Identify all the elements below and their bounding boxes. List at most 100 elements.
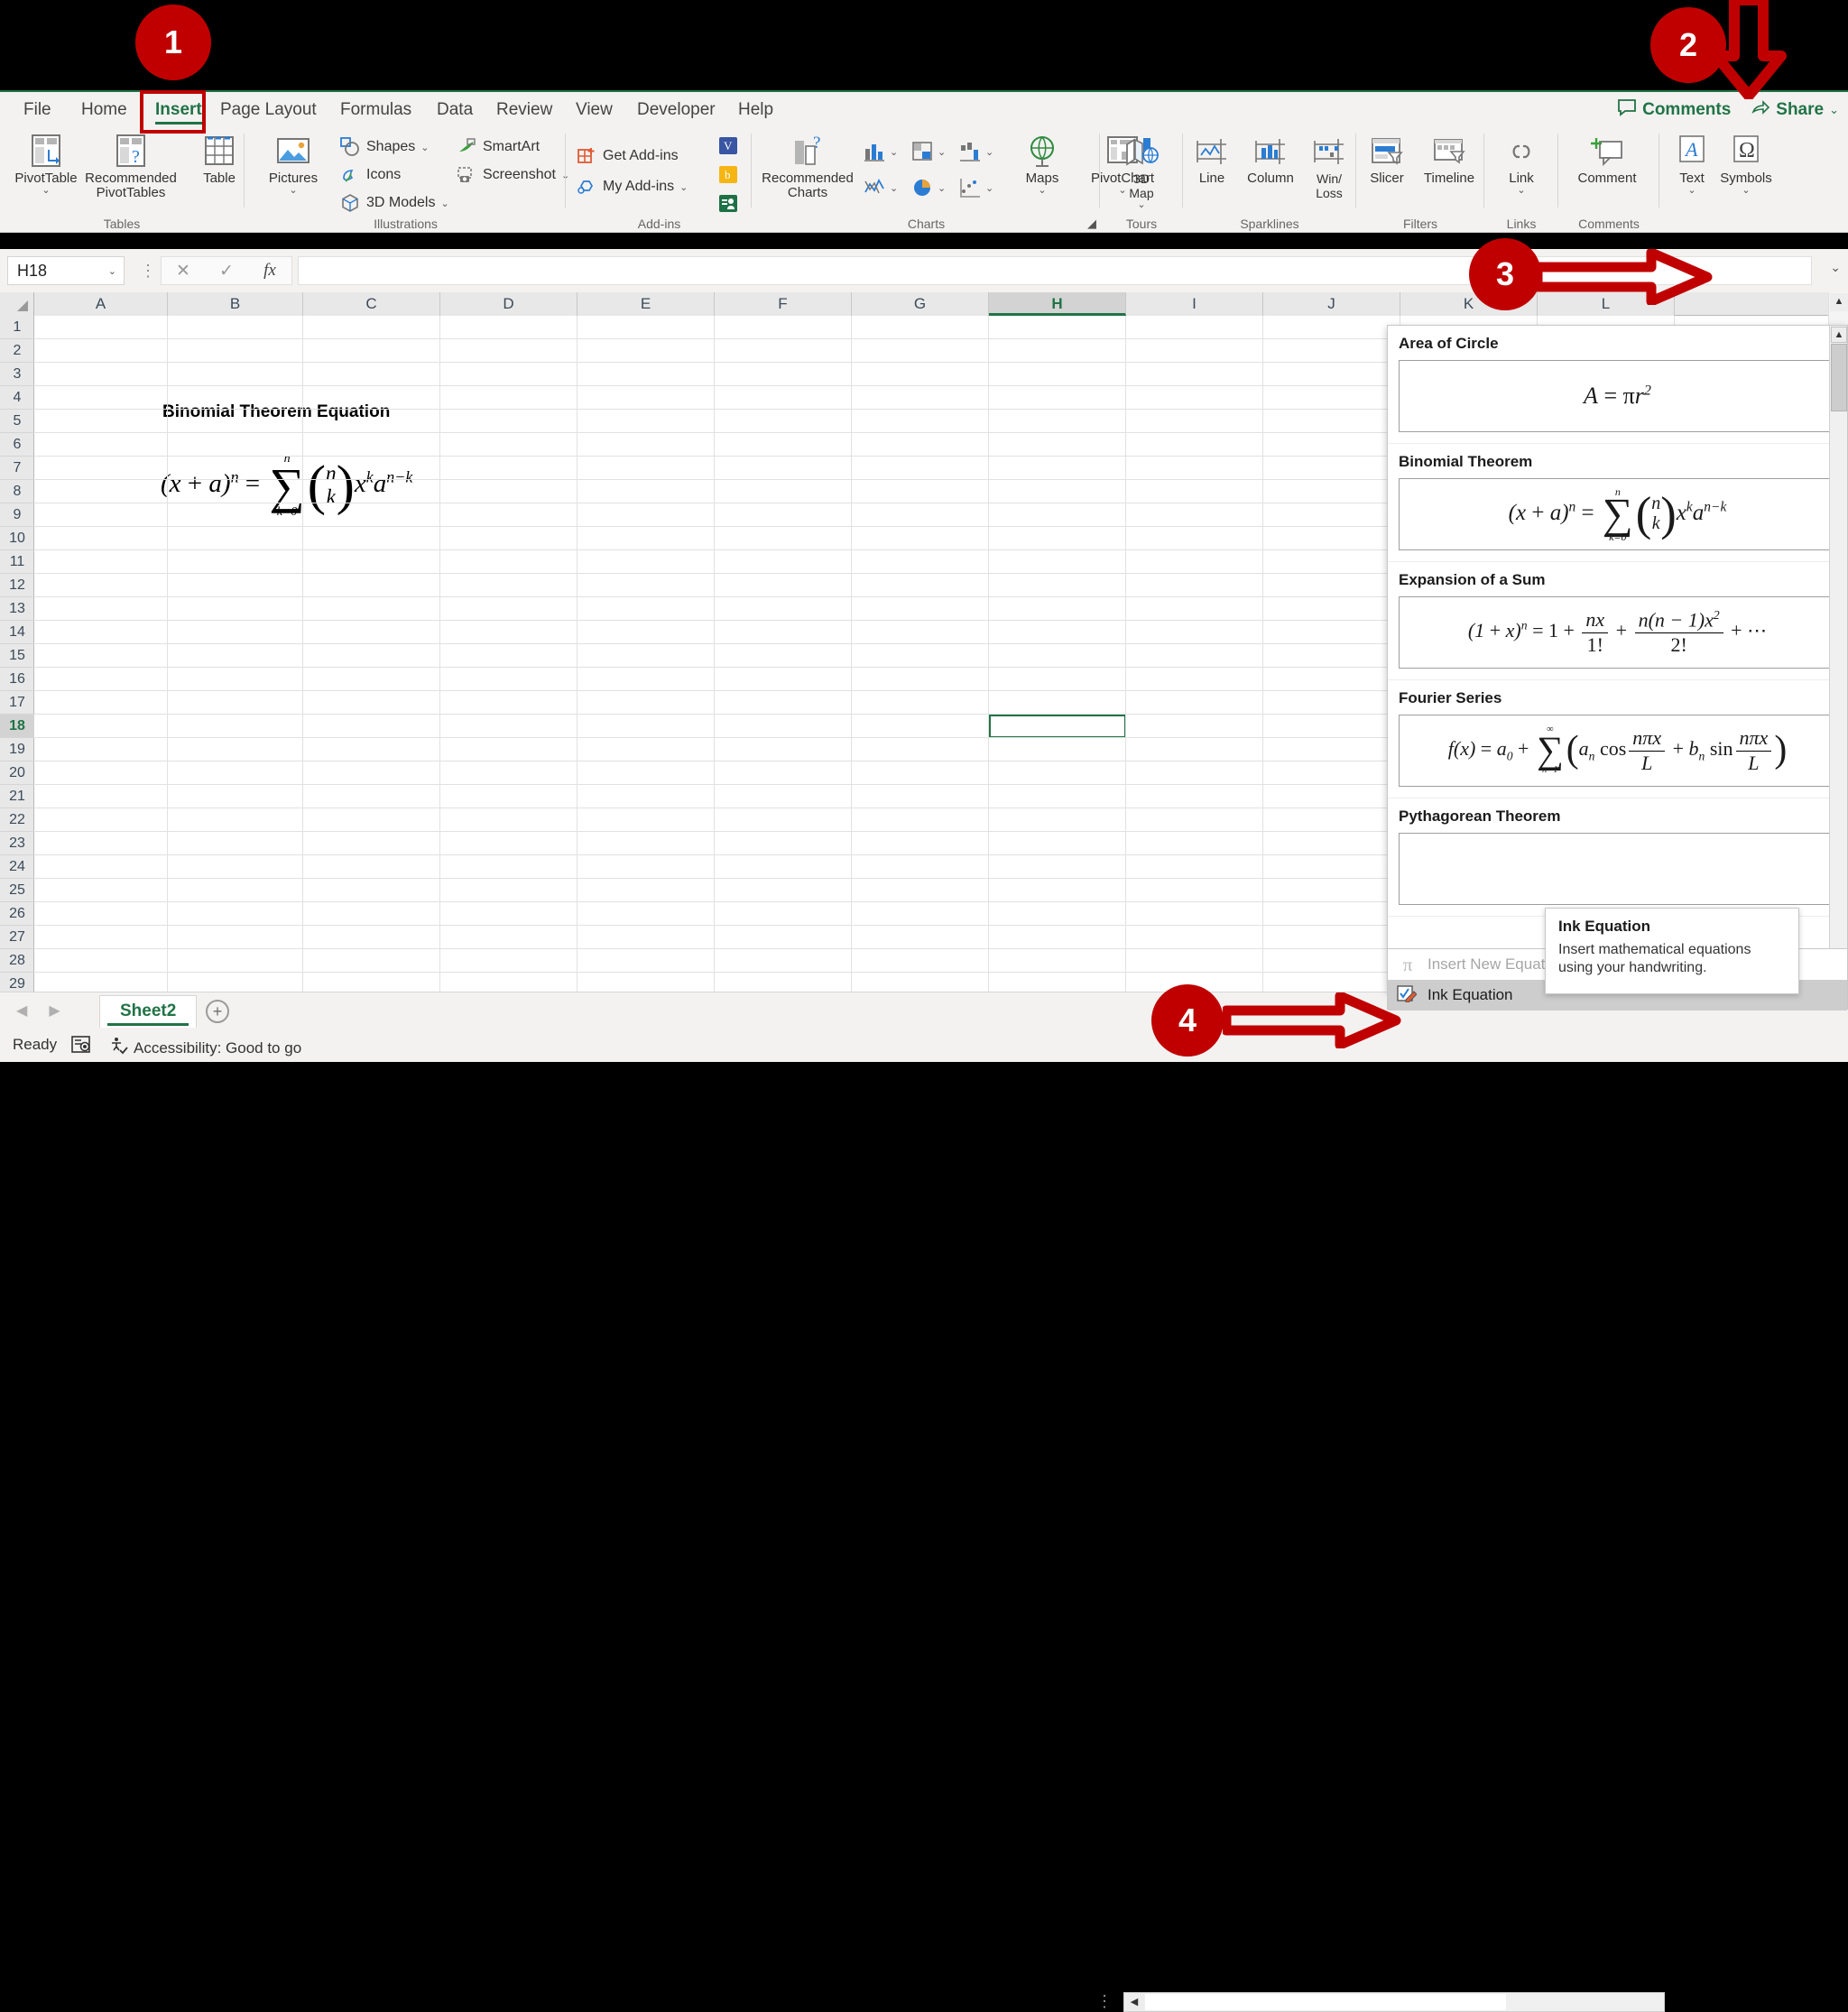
- pictures-caret-icon[interactable]: ⌄: [254, 186, 332, 196]
- column-header-c[interactable]: C: [303, 292, 440, 316]
- row-header-29[interactable]: 29: [0, 973, 34, 992]
- column-header-b[interactable]: B: [168, 292, 303, 316]
- hscroll-thumb[interactable]: [1145, 1994, 1506, 2010]
- row-header-5[interactable]: 5: [0, 410, 34, 433]
- screenshot-button[interactable]: Screenshot ⌄: [456, 162, 569, 189]
- charts-dialog-launcher[interactable]: ◢: [1087, 217, 1096, 231]
- horizontal-split-handle[interactable]: ⋮: [1096, 1992, 1113, 2011]
- row-header-3[interactable]: 3: [0, 363, 34, 386]
- column-header-e[interactable]: E: [578, 292, 715, 316]
- formula-bar-handle[interactable]: ⋮: [140, 262, 156, 281]
- row-header-12[interactable]: 12: [0, 574, 34, 597]
- equation-preview-pythagorean-theorem[interactable]: [1399, 833, 1836, 905]
- ribbon-tab-developer[interactable]: Developer: [626, 92, 726, 128]
- line-area-chart-button[interactable]: ⌄: [863, 171, 904, 204]
- ribbon-tab-help[interactable]: Help: [727, 92, 784, 128]
- row-header-27[interactable]: 27: [0, 926, 34, 949]
- gallery-scroll-up-icon[interactable]: ▲: [1831, 327, 1847, 343]
- shapes-button[interactable]: Shapes ⌄: [339, 134, 429, 161]
- pivottable-caret-icon[interactable]: ⌄: [7, 186, 85, 196]
- slicer-button[interactable]: Slicer: [1357, 132, 1417, 186]
- insert-function-icon[interactable]: fx: [248, 261, 291, 281]
- 3d-models-caret-icon[interactable]: ⌄: [440, 198, 448, 209]
- scroll-up-icon[interactable]: ▲: [1830, 293, 1848, 311]
- 3d-map-caret-icon[interactable]: ⌄: [1103, 200, 1180, 210]
- scatter-chart-button[interactable]: ⌄: [958, 171, 1000, 204]
- recommended-pivottables-button[interactable]: ? Recommended PivotTables: [83, 132, 179, 200]
- row-header-19[interactable]: 19: [0, 738, 34, 761]
- recommended-charts-button[interactable]: ? Recommended Charts: [758, 132, 857, 200]
- row-header-6[interactable]: 6: [0, 433, 34, 457]
- row-header-7[interactable]: 7: [0, 457, 34, 480]
- row-header-15[interactable]: 15: [0, 644, 34, 668]
- my-addins-button[interactable]: My Add-ins ⌄: [576, 173, 688, 200]
- formula-bar-expand-icon[interactable]: ⌄: [1830, 260, 1841, 275]
- get-addins-button[interactable]: Get Add-ins: [576, 143, 679, 170]
- column-header-a[interactable]: A: [34, 292, 168, 316]
- comments-button[interactable]: Comments: [1617, 98, 1731, 122]
- row-header-4[interactable]: 4: [0, 386, 34, 410]
- equation-gallery-item[interactable]: Pythagorean Theorem: [1388, 798, 1847, 917]
- row-header-24[interactable]: 24: [0, 855, 34, 879]
- sparkline-column-button[interactable]: Column: [1238, 132, 1303, 186]
- pictures-button[interactable]: Pictures ⌄: [254, 132, 332, 196]
- column-header-h[interactable]: H: [989, 292, 1126, 316]
- equation-preview-area-of-circle[interactable]: A = πr2: [1399, 360, 1836, 432]
- timeline-button[interactable]: Timeline: [1413, 132, 1485, 186]
- cell-b3-title[interactable]: Binomial Theorem Equation: [162, 402, 390, 422]
- cell-b5-equation[interactable]: (x + a)n = n ∑ k=0 (n k)xkan−k: [161, 453, 412, 519]
- pivottable-button[interactable]: PivotTable ⌄: [7, 132, 85, 196]
- hierarchy-chart-caret-icon[interactable]: ⌄: [938, 146, 946, 158]
- row-header-23[interactable]: 23: [0, 832, 34, 855]
- column-header-f[interactable]: F: [715, 292, 852, 316]
- pie-chart-caret-icon[interactable]: ⌄: [938, 182, 946, 194]
- equation-preview-binomial-theorem[interactable]: (x + a)n = n ∑ k=0 (n k)xkan−k: [1399, 478, 1836, 550]
- ribbon-tab-file[interactable]: File: [13, 92, 62, 128]
- ribbon-tab-review[interactable]: Review: [485, 92, 563, 128]
- maps-button[interactable]: Maps ⌄: [1003, 132, 1081, 196]
- name-box[interactable]: H18 ⌄: [7, 256, 125, 285]
- new-comment-button[interactable]: Comment: [1568, 132, 1646, 186]
- row-header-1[interactable]: 1: [0, 316, 34, 339]
- column-bar-chart-button[interactable]: ⌄: [863, 135, 904, 168]
- row-header-14[interactable]: 14: [0, 621, 34, 644]
- row-header-18[interactable]: 18: [0, 715, 34, 738]
- ribbon-tab-data[interactable]: Data: [426, 92, 484, 128]
- link-caret-icon[interactable]: ⌄: [1483, 186, 1560, 196]
- equation-preview-expansion-of-a-sum[interactable]: (1 + x)n = 1 + nx 1! + n(n − 1)x2 2! + ⋯: [1399, 596, 1836, 669]
- people-graph-addin-icon[interactable]: [716, 193, 740, 219]
- hierarchy-chart-button[interactable]: ⌄: [910, 135, 952, 168]
- sheet-nav-arrows[interactable]: ◀▶: [16, 1001, 82, 1020]
- row-header-8[interactable]: 8: [0, 480, 34, 503]
- row-header-9[interactable]: 9: [0, 503, 34, 527]
- ribbon-tab-insert[interactable]: Insert: [144, 92, 213, 128]
- row-header-26[interactable]: 26: [0, 902, 34, 926]
- column-chart-caret-icon[interactable]: ⌄: [890, 146, 898, 158]
- sheet-next-icon[interactable]: ▶: [49, 1003, 81, 1019]
- row-header-2[interactable]: 2: [0, 339, 34, 363]
- equation-gallery-item[interactable]: Binomial Theorem (x + a)n = n ∑ k=0 (n k)xka…: [1388, 444, 1847, 562]
- row-header-10[interactable]: 10: [0, 527, 34, 550]
- waterfall-chart-caret-icon[interactable]: ⌄: [985, 146, 993, 158]
- visio-addin-icon[interactable]: V: [716, 135, 740, 162]
- select-all-button[interactable]: [0, 292, 34, 316]
- row-header-28[interactable]: 28: [0, 949, 34, 973]
- 3d-map-button[interactable]: 3D Map ⌄: [1103, 132, 1180, 210]
- sparkline-winloss-button[interactable]: Win/ Loss: [1301, 132, 1357, 200]
- row-header-22[interactable]: 22: [0, 808, 34, 832]
- equation-gallery-scrollbar[interactable]: ▲ ▼: [1829, 326, 1847, 990]
- name-box-caret-icon[interactable]: ⌄: [108, 265, 116, 277]
- ribbon-tab-page-layout[interactable]: Page Layout: [209, 92, 328, 128]
- share-caret-icon[interactable]: ⌄: [1829, 103, 1839, 117]
- row-header-17[interactable]: 17: [0, 691, 34, 715]
- smartart-button[interactable]: SmartArt: [456, 134, 540, 161]
- waterfall-chart-button[interactable]: ⌄: [958, 135, 1000, 168]
- column-header-i[interactable]: I: [1126, 292, 1263, 316]
- icons-button[interactable]: Icons: [339, 162, 401, 189]
- equation-preview-fourier-series[interactable]: f(x) = a0 + ∞ ∑ n=1 (an cos nπx L + bn sin nπx…: [1399, 715, 1836, 787]
- sheet-tab-sheet2[interactable]: Sheet2: [99, 995, 198, 1028]
- add-sheet-button[interactable]: +: [206, 1000, 229, 1023]
- my-addins-caret-icon[interactable]: ⌄: [679, 181, 688, 193]
- pie-doughnut-chart-button[interactable]: ⌄: [910, 171, 952, 204]
- link-button[interactable]: Link ⌄: [1483, 132, 1560, 196]
